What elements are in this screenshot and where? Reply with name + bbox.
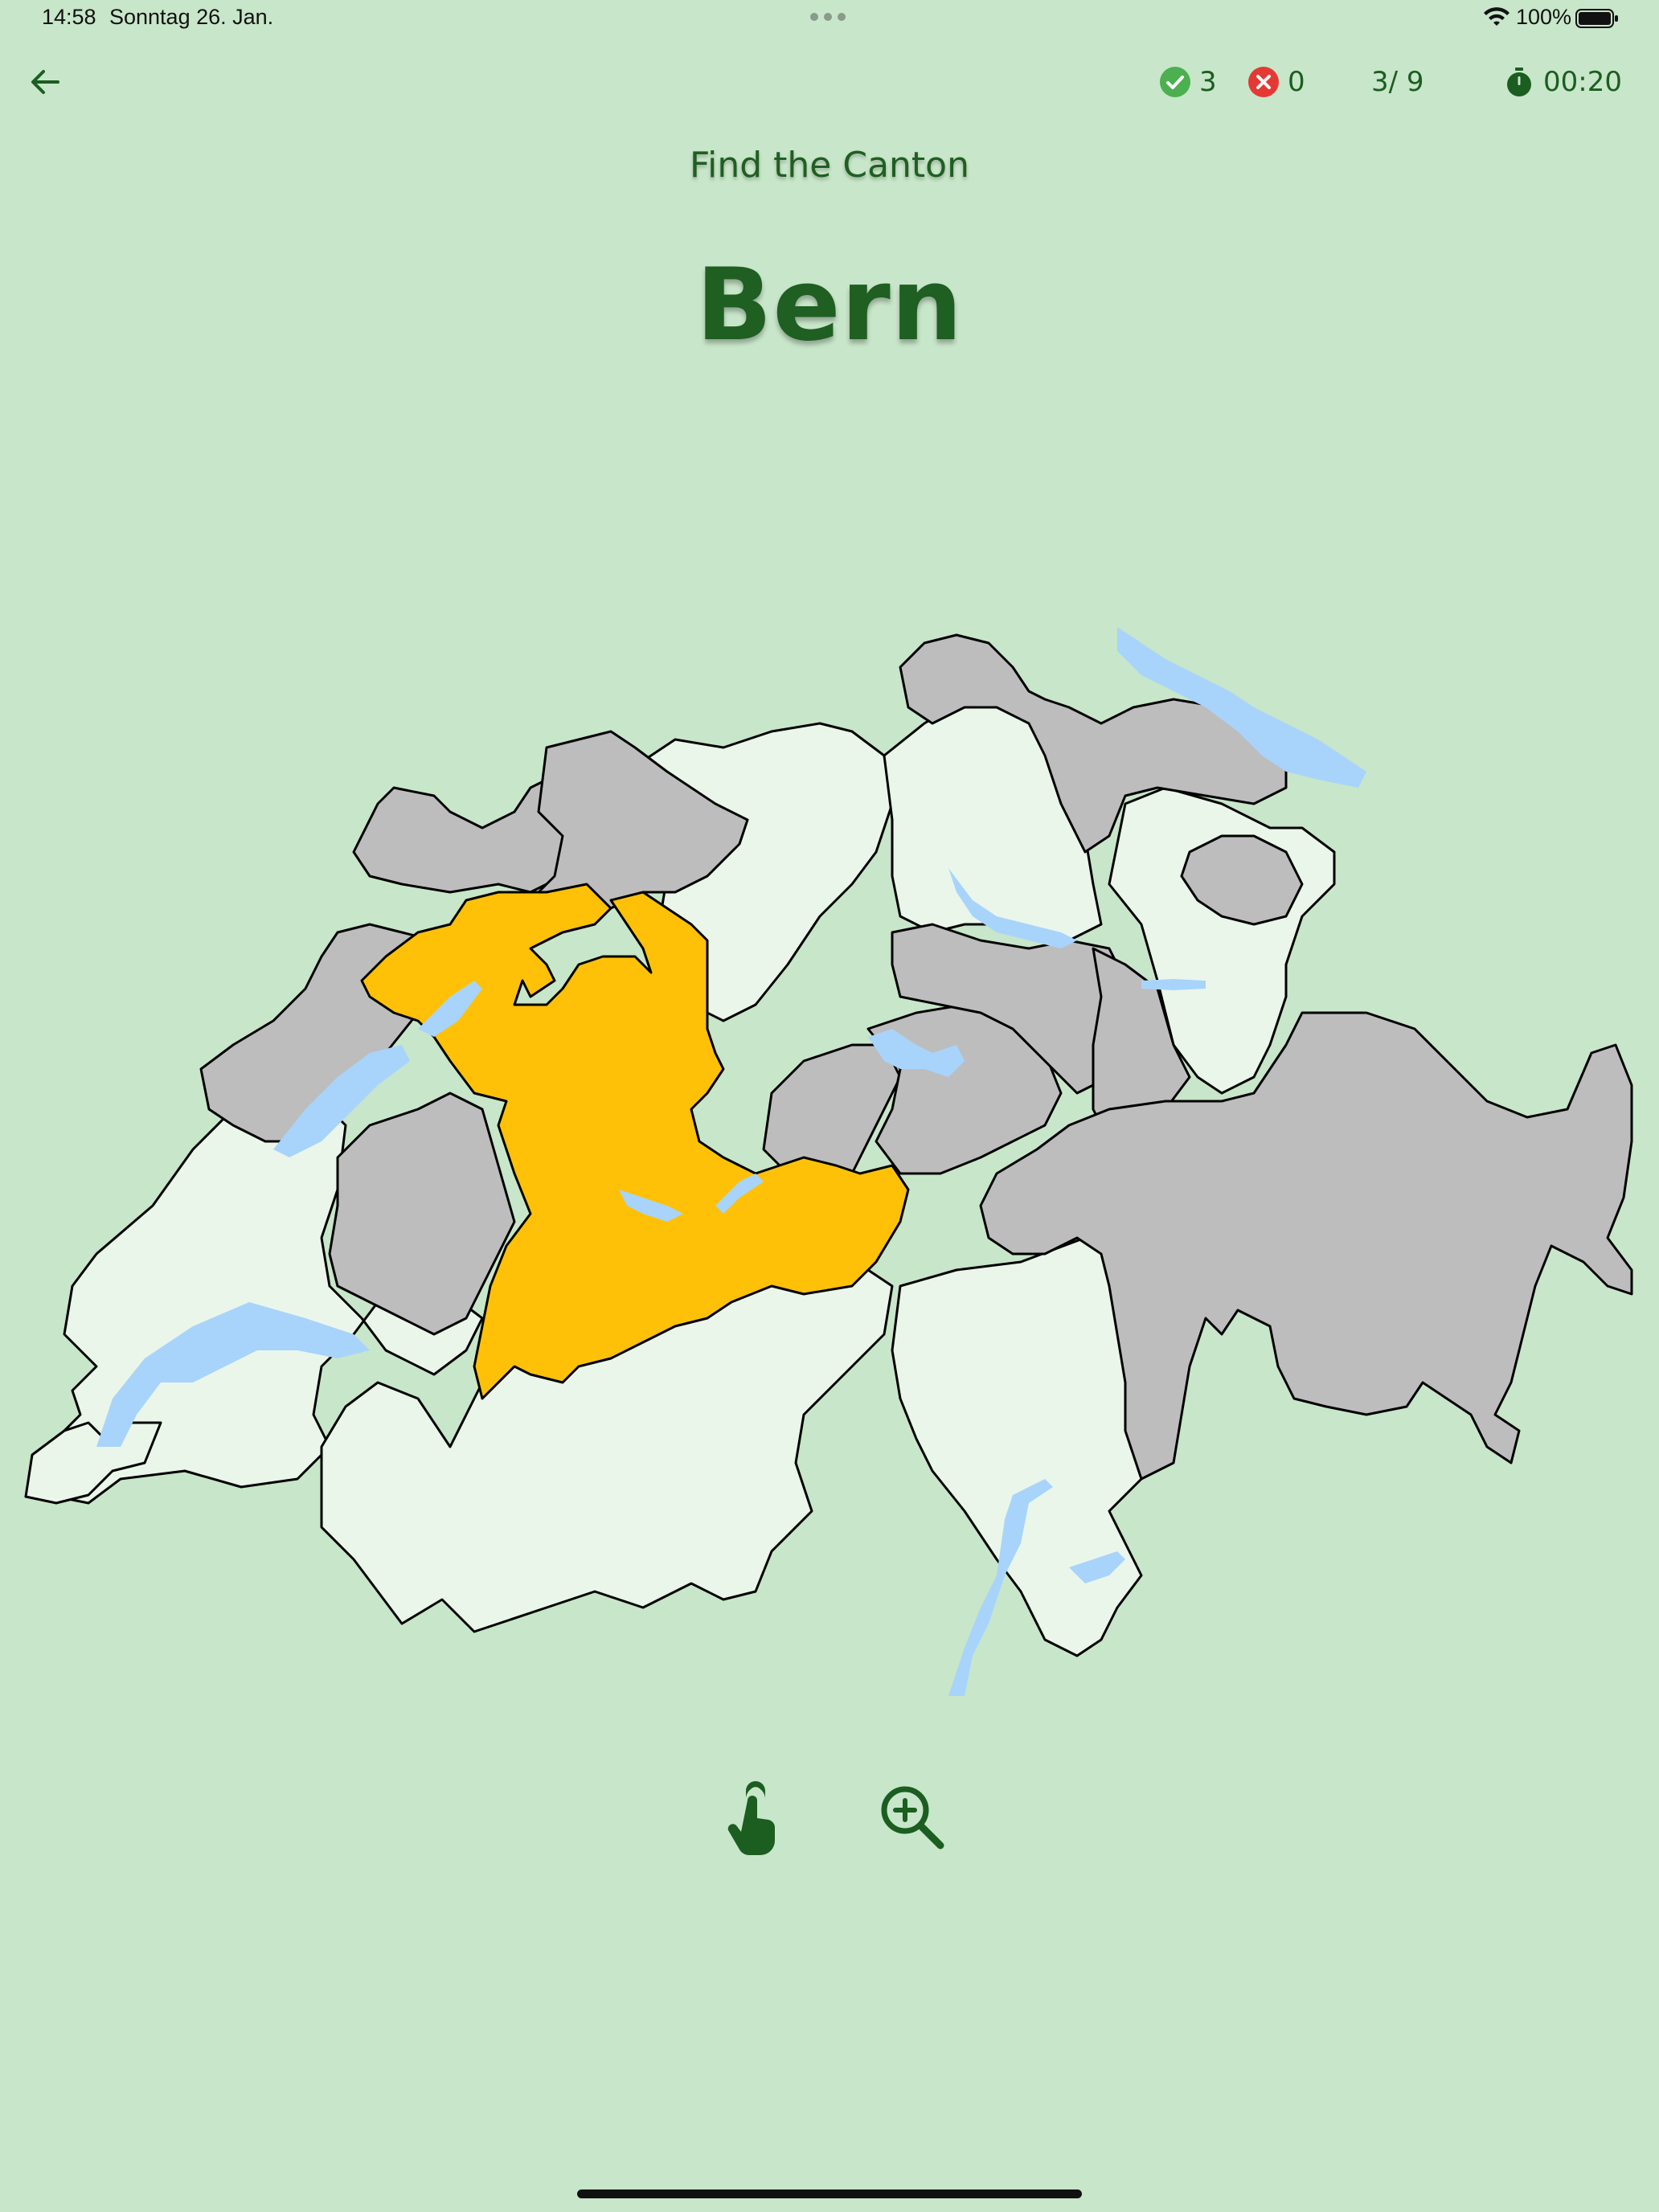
- switzerland-map: [24, 627, 1633, 1696]
- canton-lucerne[interactable]: [762, 1043, 902, 1175]
- home-indicator[interactable]: [577, 2189, 1082, 2198]
- canton-geneva[interactable]: [24, 1421, 162, 1505]
- tap-finger-icon[interactable]: [715, 1776, 788, 1857]
- lake-walensee: [1141, 979, 1206, 990]
- zoom-in-icon[interactable]: [876, 1781, 948, 1854]
